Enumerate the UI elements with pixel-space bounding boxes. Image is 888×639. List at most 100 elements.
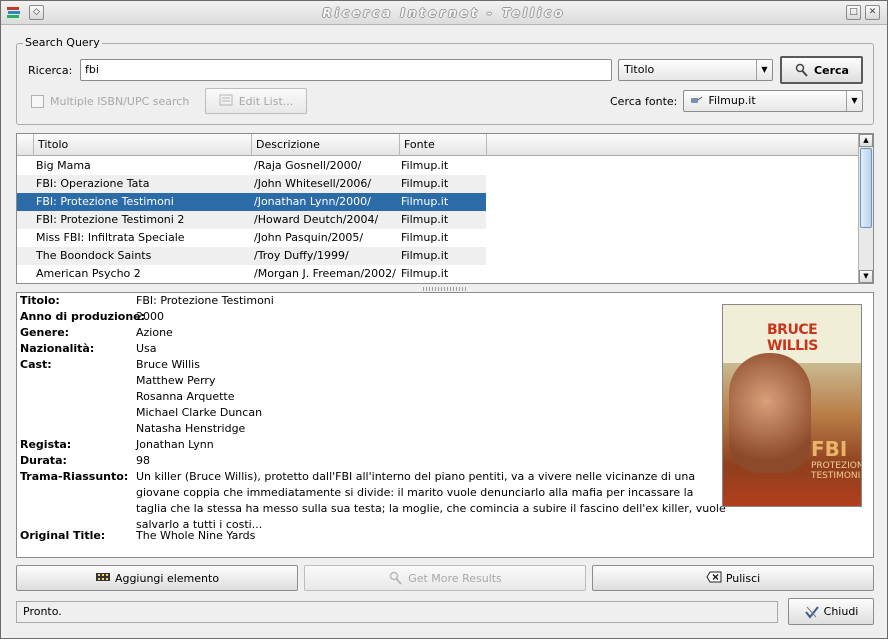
table-row[interactable]: American Psycho 2 /Morgan J. Freeman/200… bbox=[17, 265, 486, 283]
column-header-source[interactable]: Fonte bbox=[400, 134, 487, 156]
search-person-icon bbox=[794, 63, 810, 77]
row-title: FBI: Protezione Testimoni 2 bbox=[36, 213, 185, 226]
cast-member: Rosanna Arquette bbox=[136, 390, 235, 403]
header-spacer bbox=[17, 134, 34, 156]
get-more-results-button[interactable]: Get More Results bbox=[304, 565, 586, 591]
row-description: /Howard Deutch/2004/ bbox=[254, 213, 379, 226]
movie-poster-image: BRUCE WILLIS FBI PROTEZIONE TESTIMONI bbox=[722, 304, 862, 507]
source-select-value: Filmup.it bbox=[708, 94, 756, 107]
table-row-selected[interactable]: FBI: Protezione Testimoni /Jonathan Lynn… bbox=[17, 193, 486, 211]
edit-list-label: Edit List... bbox=[238, 94, 294, 108]
status-bar: Pronto. bbox=[16, 601, 778, 623]
row-source: Filmup.it bbox=[401, 267, 449, 280]
table-row[interactable]: FBI: Protezione Testimoni 2 /Howard Deut… bbox=[17, 211, 486, 229]
plug-icon bbox=[689, 94, 705, 108]
row-source: Filmup.it bbox=[401, 195, 449, 208]
detail-nationality-value: Usa bbox=[136, 342, 157, 355]
row-title: The Boondock Saints bbox=[36, 249, 152, 262]
row-description: /John Whitesell/2006/ bbox=[254, 177, 372, 190]
poster-film-title: FBI bbox=[811, 437, 848, 461]
multiple-search-checkbox[interactable] bbox=[31, 95, 44, 108]
row-title: FBI: Protezione Testimoni bbox=[36, 195, 174, 208]
row-description: /Raja Gosnell/2000/ bbox=[254, 159, 362, 172]
column-header-title[interactable]: Titolo bbox=[34, 134, 252, 156]
multiple-search-label: Multiple ISBN/UPC search bbox=[50, 95, 190, 108]
scroll-up-icon[interactable]: ▲ bbox=[859, 134, 873, 147]
table-row[interactable]: Big Mama /Raja Gosnell/2000/ Filmup.it bbox=[17, 157, 486, 175]
scroll-thumb[interactable] bbox=[860, 148, 872, 228]
row-title: Big Mama bbox=[36, 159, 91, 172]
table-row[interactable]: The Boondock Saints /Troy Duffy/1999/ Fi… bbox=[17, 247, 486, 265]
cast-member: Natasha Henstridge bbox=[136, 422, 246, 435]
close-button[interactable]: Chiudi bbox=[788, 598, 874, 625]
search-button[interactable]: Cerca bbox=[780, 56, 863, 84]
poster-face bbox=[729, 353, 811, 473]
detail-original-title-value: The Whole Nine Yards bbox=[136, 529, 256, 542]
search-label: Ricerca: bbox=[28, 64, 73, 77]
row-description: /Troy Duffy/1999/ bbox=[254, 249, 349, 262]
row-title: FBI: Operazione Tata bbox=[36, 177, 150, 190]
scroll-down-icon[interactable]: ▼ bbox=[859, 270, 873, 283]
cast-member: Matthew Perry bbox=[136, 374, 216, 387]
results-header: Titolo Descrizione Fonte bbox=[17, 134, 859, 156]
splitter-handle[interactable] bbox=[423, 287, 467, 291]
detail-duration-value: 98 bbox=[136, 454, 150, 467]
row-source: Filmup.it bbox=[401, 177, 449, 190]
detail-genre-label: Genere: bbox=[20, 326, 70, 339]
close-label: Chiudi bbox=[823, 605, 859, 618]
table-row[interactable]: FBI: Operazione Tata /John Whitesell/200… bbox=[17, 175, 486, 193]
detail-year-label: Anno di produzione: bbox=[20, 310, 146, 323]
row-source: Filmup.it bbox=[401, 213, 449, 226]
search-button-label: Cerca bbox=[814, 63, 849, 77]
results-scrollbar[interactable]: ▲ ▼ bbox=[858, 134, 873, 283]
detail-plot-value: Un killer (Bruce Willis), protetto dall'… bbox=[136, 470, 726, 531]
source-label: Cerca fonte: bbox=[610, 95, 678, 108]
detail-director-label: Regista: bbox=[20, 438, 72, 451]
search-query-legend: Search Query bbox=[23, 36, 102, 49]
clear-label: Pulisci bbox=[725, 571, 761, 585]
detail-director-value: Jonathan Lynn bbox=[136, 438, 214, 451]
row-source: Filmup.it bbox=[401, 231, 449, 244]
clear-button[interactable]: Pulisci bbox=[592, 565, 874, 591]
poster-film-subtitle: PROTEZIONE TESTIMONI bbox=[811, 461, 861, 481]
cast-member: Bruce Willis bbox=[136, 358, 200, 371]
row-title: Miss FBI: Infiltrata Speciale bbox=[36, 231, 185, 244]
row-description: /Morgan J. Freeman/2002/ bbox=[254, 267, 396, 280]
cast-member: Michael Clarke Duncan bbox=[136, 406, 263, 419]
film-strip-icon bbox=[95, 571, 111, 585]
tellico-search-window: ◇ Ricerca Internet - Tellico □ ✕ Search … bbox=[0, 0, 888, 639]
search-field-value: Titolo bbox=[624, 63, 655, 76]
close-check-icon bbox=[804, 605, 820, 619]
detail-nationality-label: Nazionalità: bbox=[20, 342, 95, 355]
column-header-description[interactable]: Descrizione bbox=[252, 134, 400, 156]
poster-actor-name: BRUCE WILLIS bbox=[767, 322, 818, 354]
detail-original-title-label: Original Title: bbox=[20, 529, 106, 542]
search-query-group: Search Query Ricerca: fbi Titolo ▼ Cerca… bbox=[16, 36, 874, 125]
clear-icon bbox=[706, 571, 722, 585]
source-select[interactable]: Filmup.it ▼ bbox=[683, 90, 863, 112]
title-bar[interactable]: ◇ Ricerca Internet - Tellico □ ✕ bbox=[1, 1, 887, 25]
close-window-button[interactable]: ✕ bbox=[865, 5, 880, 20]
row-description: /Jonathan Lynn/2000/ bbox=[254, 195, 371, 208]
detail-title-label: Titolo: bbox=[20, 294, 60, 307]
search-person-icon bbox=[388, 571, 404, 585]
list-icon bbox=[219, 94, 235, 108]
add-entry-label: Aggiungi elemento bbox=[114, 571, 220, 585]
chevron-down-icon: ▼ bbox=[756, 60, 772, 80]
get-more-results-label: Get More Results bbox=[408, 571, 502, 585]
maximize-button[interactable]: □ bbox=[846, 5, 861, 20]
table-row[interactable]: Miss FBI: Infiltrata Speciale /John Pasq… bbox=[17, 229, 486, 247]
row-title: American Psycho 2 bbox=[36, 267, 141, 280]
detail-genre-value: Azione bbox=[136, 326, 173, 339]
results-list[interactable]: Titolo Descrizione Fonte Big Mama /Raja … bbox=[16, 133, 874, 284]
add-entry-button[interactable]: Aggiungi elemento bbox=[16, 565, 298, 591]
chevron-down-icon: ▼ bbox=[846, 91, 862, 111]
search-input[interactable]: fbi bbox=[80, 59, 612, 81]
entry-details-panel: Titolo: FBI: Protezione Testimoni Anno d… bbox=[16, 292, 874, 558]
search-field-select[interactable]: Titolo ▼ bbox=[618, 59, 773, 81]
row-source: Filmup.it bbox=[401, 249, 449, 262]
row-description: /John Pasquin/2005/ bbox=[254, 231, 364, 244]
detail-year-value: 2000 bbox=[136, 310, 164, 323]
edit-list-button[interactable]: Edit List... bbox=[205, 88, 307, 114]
detail-cast-label: Cast: bbox=[20, 358, 52, 371]
